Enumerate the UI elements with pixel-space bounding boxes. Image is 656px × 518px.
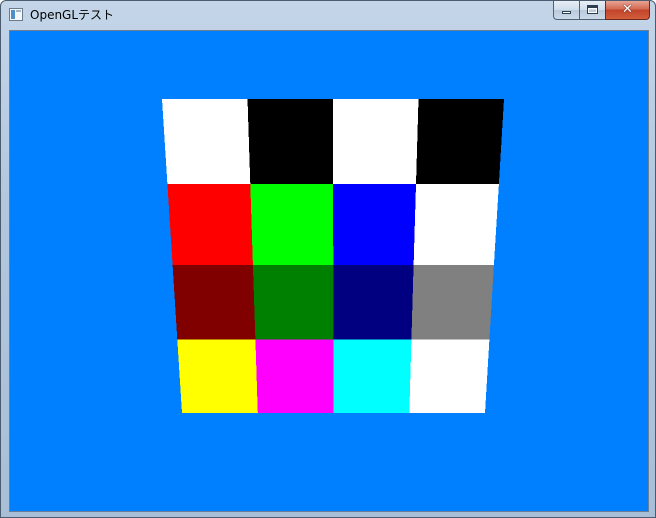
grid-cell-r4-c4 [409, 339, 490, 413]
grid-cell-r2-c1 [167, 184, 253, 266]
rendered-scene [162, 99, 504, 413]
window-app-icon[interactable] [9, 8, 23, 21]
grid-cell-r1-c4 [416, 99, 504, 185]
title-bar[interactable]: OpenGLテスト ✕ [1, 1, 655, 29]
grid-cell-r3-c3 [333, 265, 414, 340]
grid-cell-r4-c2 [255, 339, 334, 413]
grid-cell-r3-c1 [172, 265, 256, 340]
minimize-button[interactable] [553, 1, 579, 20]
grid-cell-r1-c2 [247, 99, 334, 185]
maximize-button[interactable] [579, 1, 605, 20]
window-title: OpenGLテスト [30, 8, 115, 22]
grid-cell-r4-c1 [177, 339, 258, 413]
grid-cell-r4-c3 [333, 339, 412, 413]
grid-cell-r2-c4 [413, 184, 499, 266]
grid-cell-r2-c2 [250, 184, 334, 266]
close-icon: ✕ [622, 2, 633, 17]
application-window: OpenGLテスト ✕ [0, 0, 656, 518]
minimize-icon [562, 11, 571, 14]
grid-cell-r2-c3 [333, 184, 416, 266]
grid-cell-r3-c4 [411, 265, 494, 340]
close-button[interactable]: ✕ [605, 1, 650, 20]
caption-buttons: ✕ [553, 1, 650, 21]
grid-cell-r1-c1 [162, 99, 251, 185]
grid-cell-r1-c3 [333, 99, 419, 185]
maximize-icon [587, 5, 598, 14]
opengl-viewport[interactable] [9, 30, 649, 512]
grid-cell-r3-c2 [252, 265, 334, 340]
